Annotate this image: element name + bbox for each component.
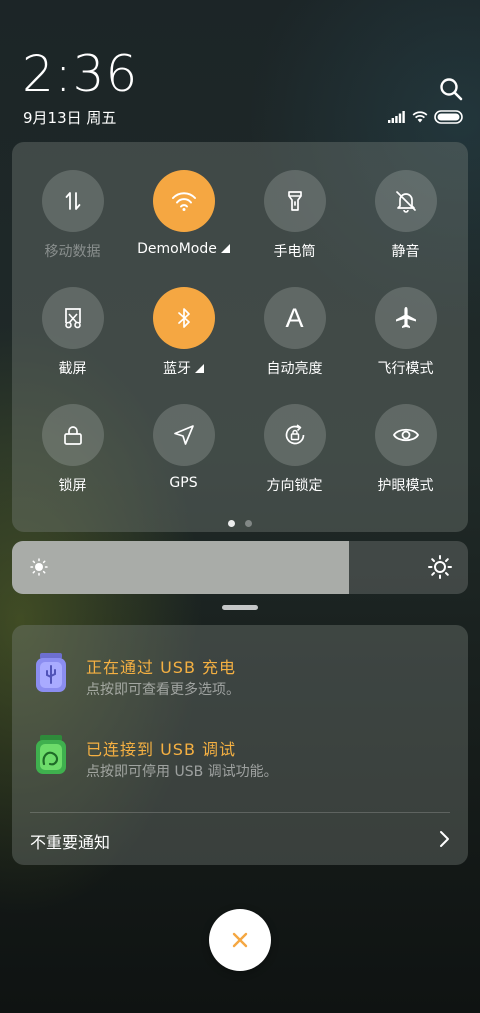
tile-circle[interactable] xyxy=(152,170,215,232)
tile-label: GPS xyxy=(169,475,198,491)
tile-mobile-data[interactable]: 移动数据 xyxy=(17,170,128,261)
airplane-icon xyxy=(395,307,416,328)
tile-circle[interactable]: A xyxy=(263,287,326,349)
eye-icon xyxy=(392,428,419,442)
notification-usb-debug[interactable]: 已连接到 USB 调试 点按即可停用 USB 调试功能。 xyxy=(34,734,454,784)
tile-eye-care[interactable]: 护眼模式 xyxy=(350,404,461,495)
tile-label: 锁屏 xyxy=(58,478,87,494)
tile-label: 自动亮度 xyxy=(266,361,323,377)
brightness-high-icon xyxy=(428,555,452,579)
tile-circle[interactable] xyxy=(152,287,215,349)
page-dot xyxy=(245,520,252,527)
expand-triangle-icon xyxy=(195,364,204,373)
brightness-slider[interactable] xyxy=(12,541,468,594)
notification-title: 正在通过 USB 充电 xyxy=(86,658,237,677)
tile-circle[interactable] xyxy=(263,170,326,232)
tile-circle[interactable] xyxy=(41,404,104,466)
clear-all-button[interactable] xyxy=(209,909,271,971)
tile-circle[interactable] xyxy=(263,404,326,466)
notification-divider xyxy=(30,812,450,813)
quick-settings-panel: 移动数据 DemoMode 手电筒 静音 截屏 蓝牙 A 自动亮度 飞行模式 锁… xyxy=(12,142,468,532)
usb-debug-jar-icon xyxy=(36,735,66,774)
page-dot-active xyxy=(228,520,235,527)
close-icon xyxy=(232,932,248,948)
brightness-fill[interactable] xyxy=(12,541,350,594)
tile-wifi[interactable]: DemoMode xyxy=(128,170,239,257)
tile-mute[interactable]: 静音 xyxy=(350,170,461,261)
tile-circle[interactable] xyxy=(152,404,215,466)
tile-auto-brightness[interactable]: A 自动亮度 xyxy=(239,287,350,378)
clock-time: 2:36 xyxy=(22,45,139,103)
tile-circle[interactable] xyxy=(374,287,437,349)
expand-triangle-icon xyxy=(220,244,230,253)
notification-panel: 正在通过 USB 充电 点按即可查看更多选项。 已连接到 USB 调试 点按即可… xyxy=(12,625,468,865)
battery-icon xyxy=(434,110,463,124)
tile-label: 方向锁定 xyxy=(266,478,323,494)
tile-label: 静音 xyxy=(391,244,420,260)
date-label: 9月13日 周五 xyxy=(23,109,117,127)
mobile-data-icon xyxy=(65,192,80,210)
rotation-lock-icon xyxy=(285,424,304,445)
auto-brightness-icon: A xyxy=(285,302,304,333)
signal-icon xyxy=(388,111,405,123)
bluetooth-icon xyxy=(177,308,190,328)
tile-label-row: 蓝牙 xyxy=(128,358,239,378)
tile-circle[interactable] xyxy=(41,287,104,349)
screenshot-icon xyxy=(64,308,81,329)
tile-label: 截屏 xyxy=(58,361,87,377)
status-icons xyxy=(388,108,464,126)
lock-icon xyxy=(63,426,82,445)
tile-lock-screen[interactable]: 锁屏 xyxy=(17,404,128,495)
drag-handle[interactable] xyxy=(222,605,258,610)
tile-gps[interactable]: GPS xyxy=(128,404,239,491)
tile-label: 护眼模式 xyxy=(377,478,434,494)
tile-label: 手电筒 xyxy=(273,244,316,260)
tile-screenshot[interactable]: 截屏 xyxy=(17,287,128,378)
wifi-icon xyxy=(171,192,196,211)
usb-charging-jar-icon xyxy=(36,653,66,692)
gps-icon xyxy=(173,425,194,445)
tile-airplane[interactable]: 飞行模式 xyxy=(350,287,461,378)
mute-bell-icon xyxy=(395,191,416,213)
tile-circle[interactable] xyxy=(374,404,437,466)
tile-label: DemoMode xyxy=(137,241,217,257)
wifi-icon xyxy=(412,111,428,123)
brightness-low-icon xyxy=(30,558,48,576)
search-icon[interactable] xyxy=(438,76,464,102)
notification-title: 已连接到 USB 调试 xyxy=(86,740,237,759)
chevron-right-icon[interactable] xyxy=(438,830,450,848)
tile-circle[interactable] xyxy=(41,170,104,232)
flashlight-icon xyxy=(287,191,302,211)
notification-subtitle: 点按即可查看更多选项。 xyxy=(86,682,240,698)
unimportant-notifications-label[interactable]: 不重要通知 xyxy=(30,829,110,853)
tile-label: 蓝牙 xyxy=(163,361,191,377)
page-indicator xyxy=(12,520,468,527)
tile-rotation-lock[interactable]: 方向锁定 xyxy=(239,404,350,495)
tile-flashlight[interactable]: 手电筒 xyxy=(239,170,350,261)
tile-label: 移动数据 xyxy=(44,244,101,260)
tile-bluetooth[interactable]: 蓝牙 xyxy=(128,287,239,378)
tile-circle[interactable] xyxy=(374,170,437,232)
tile-label: 飞行模式 xyxy=(377,361,434,377)
notification-usb-charging[interactable]: 正在通过 USB 充电 点按即可查看更多选项。 xyxy=(34,652,454,702)
notification-subtitle: 点按即可停用 USB 调试功能。 xyxy=(86,764,278,780)
tile-label-row: DemoMode xyxy=(128,241,239,257)
